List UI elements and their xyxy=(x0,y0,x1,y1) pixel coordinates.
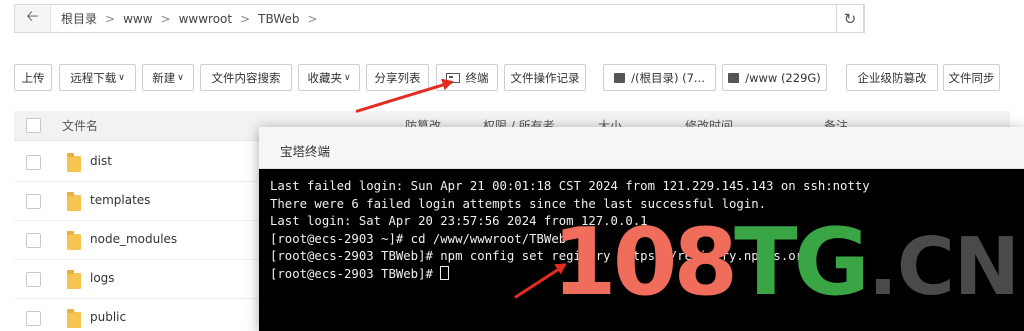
row-checkbox[interactable] xyxy=(26,155,41,170)
row-checkbox[interactable] xyxy=(26,272,41,287)
crumb-root[interactable]: 根目录 xyxy=(59,10,99,27)
file-name[interactable]: public xyxy=(90,310,126,324)
col-name-header[interactable]: 文件名 xyxy=(62,111,98,141)
folder-icon xyxy=(67,309,81,328)
upload-label: 上传 xyxy=(21,70,45,85)
row-checkbox[interactable] xyxy=(26,233,41,248)
watermark-letters: TG xyxy=(734,208,870,316)
folder-icon xyxy=(67,192,81,211)
watermark-suffix: .CN xyxy=(867,221,1020,313)
terminal-label: 终端 xyxy=(465,70,489,85)
select-all-checkbox[interactable] xyxy=(26,118,41,133)
address-bar[interactable]: 🡠 根目录 > www > wwwroot > TBWeb > xyxy=(14,4,865,33)
dialog-titlebar[interactable]: 宝塔终端 xyxy=(259,127,1024,169)
folder-icon xyxy=(67,270,81,289)
tamper-proof-label: 企业级防篡改 xyxy=(857,70,927,85)
disk-icon xyxy=(614,72,626,83)
disk-root-button[interactable]: /(根目录) (7... xyxy=(603,64,716,91)
terminal-line: Last failed login: Sun Apr 21 00:01:18 C… xyxy=(270,179,870,193)
file-sync-label: 文件同步 xyxy=(948,70,995,85)
refresh-icon[interactable]: ↻ xyxy=(836,4,864,33)
crumb-www[interactable]: www xyxy=(121,12,154,26)
file-name[interactable]: logs xyxy=(90,271,115,285)
chevron-right-icon: > xyxy=(105,11,116,26)
new-label: 新建 xyxy=(152,70,176,85)
chevron-down-icon: ∨ xyxy=(343,72,351,83)
arrow-left-icon[interactable]: 🡠 xyxy=(15,5,51,32)
share-list-button[interactable]: 分享列表 xyxy=(366,64,429,91)
file-sync-button[interactable]: 文件同步 xyxy=(943,64,1000,91)
content-search-label: 文件内容搜索 xyxy=(211,70,281,85)
chevron-down-icon: ∨ xyxy=(177,72,184,83)
crumb-wwwroot[interactable]: wwwroot xyxy=(177,12,235,26)
watermark-logo: 108 TG .CN xyxy=(552,207,1020,317)
folder-icon xyxy=(67,153,81,172)
disk-icon xyxy=(728,72,740,83)
cursor-icon xyxy=(440,265,450,280)
favorites-button[interactable]: 收藏夹 ∨ xyxy=(298,64,360,91)
watermark-digits: 108 xyxy=(552,208,738,316)
new-button[interactable]: 新建 ∨ xyxy=(142,64,194,91)
file-name[interactable]: dist xyxy=(90,154,112,168)
remote-download-button[interactable]: 远程下载 ∨ xyxy=(59,64,136,91)
chevron-right-icon: > xyxy=(160,11,171,26)
upload-button[interactable]: 上传 xyxy=(14,64,52,91)
chevron-down-icon: ∨ xyxy=(118,72,125,83)
row-checkbox[interactable] xyxy=(26,194,41,209)
file-name[interactable]: templates xyxy=(90,193,150,207)
dialog-title: 宝塔终端 xyxy=(280,144,331,159)
share-list-label: 分享列表 xyxy=(374,70,421,85)
row-checkbox[interactable] xyxy=(26,311,41,326)
favorites-label: 收藏夹 xyxy=(307,70,342,85)
tamper-proof-button[interactable]: 企业级防篡改 xyxy=(846,64,938,91)
breadcrumb: 根目录 > www > wwwroot > TBWeb > xyxy=(59,5,324,32)
crumb-tbweb[interactable]: TBWeb xyxy=(256,12,301,26)
chevron-right-icon: > xyxy=(307,11,318,26)
disk-www-button[interactable]: /www (229G) xyxy=(722,64,827,91)
disk-root-label: /(根目录) (7... xyxy=(631,70,705,85)
remote-download-label: 远程下载 xyxy=(70,70,117,85)
disk-www-label: /www (229G) xyxy=(745,70,821,85)
folder-icon xyxy=(67,231,81,250)
chevron-right-icon: > xyxy=(240,11,251,26)
terminal-prompt: [root@ecs-2903 TBWeb]# xyxy=(270,266,441,281)
content-search-button[interactable]: 文件内容搜索 xyxy=(200,64,292,91)
file-name[interactable]: node_modules xyxy=(90,232,177,246)
operation-log-button[interactable]: 文件操作记录 xyxy=(504,64,586,91)
operation-log-label: 文件操作记录 xyxy=(510,70,580,85)
